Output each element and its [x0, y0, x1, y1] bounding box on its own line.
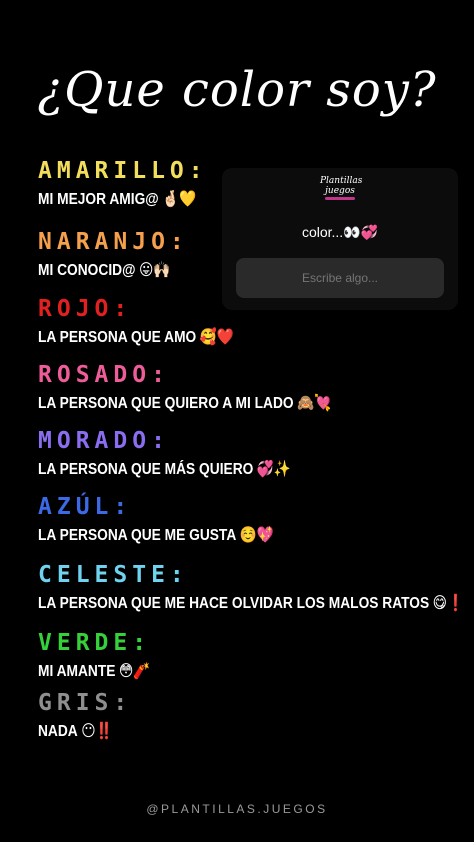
- emoji-icon: 🥰❤️: [199, 327, 234, 346]
- color-category-label: NARANJO:: [38, 229, 189, 255]
- sticker-prompt: color...👀💞: [301, 224, 379, 240]
- color-entry: VERDE: MI AMANTE 😳🧨: [38, 630, 169, 682]
- description-text: LA PERSONA QUE QUIERO A MI LADO: [38, 395, 294, 412]
- description-text: MI AMANTE: [38, 663, 116, 680]
- question-sticker[interactable]: Plantillas juegos color...👀💞: [222, 168, 458, 310]
- color-category-label: AMARILLO:: [38, 158, 208, 184]
- description-text: NADA: [38, 723, 78, 740]
- color-entry: AZÚL: LA PERSONA QUE ME GUSTA ☺️💖: [38, 494, 312, 546]
- emoji-icon: 💞✨: [256, 459, 292, 478]
- sticker-answer-input[interactable]: [236, 258, 444, 298]
- color-entry: ROSADO: LA PERSONA QUE QUIERO A MI LADO 🙈💘: [38, 362, 379, 414]
- description-text: MI MEJOR AMIG@: [38, 191, 159, 208]
- color-description: LA PERSONA QUE QUIERO A MI LADO 🙈💘: [38, 393, 331, 414]
- description-text: LA PERSONA QUE AMO: [38, 329, 197, 346]
- logo-underline: [325, 197, 355, 200]
- description-text: MI CONOCID@: [38, 262, 136, 279]
- description-text: LA PERSONA QUE MÁS QUIERO: [38, 461, 254, 478]
- emoji-icon: 😋❗: [432, 593, 465, 612]
- color-entry: CELESTE: LA PERSONA QUE ME HACE OLVIDAR L…: [38, 562, 474, 614]
- emoji-icon: 😛🙌🏻: [138, 260, 171, 279]
- color-category-label: GRIS:: [38, 690, 133, 716]
- color-entry: AMARILLO: MI MEJOR AMIG@ 🤞🏻💛: [38, 158, 222, 210]
- color-description: MI CONOCID@ 😛🙌🏻: [38, 260, 170, 281]
- emoji-icon: 🤞🏻💛: [162, 189, 197, 208]
- color-category-label: CELESTE:: [38, 562, 189, 588]
- color-description: NADA 😶‼️: [38, 721, 119, 742]
- color-description: LA PERSONA QUE ME GUSTA ☺️💖: [38, 525, 274, 546]
- emoji-icon: 🙈💘: [297, 393, 332, 412]
- color-category-label: AZÚL:: [38, 494, 133, 520]
- color-category-label: ROSADO:: [38, 362, 170, 388]
- color-entry: GRIS: NADA 😶‼️: [38, 690, 132, 742]
- color-category-label: MORADO:: [38, 428, 170, 454]
- page-title: ¿Que color soy?: [37, 62, 437, 118]
- emoji-icon: 😳🧨: [118, 661, 151, 680]
- color-description: MI AMANTE 😳🧨: [38, 661, 150, 682]
- description-text: LA PERSONA QUE ME HACE OLVIDAR LOS MALOS…: [38, 595, 430, 612]
- color-description: MI MEJOR AMIG@ 🤞🏻💛: [38, 189, 196, 210]
- emoji-icon: ☺️💖: [239, 525, 274, 544]
- logo-text-line1: Plantillas: [320, 176, 363, 186]
- color-category-label: VERDE:: [38, 630, 152, 656]
- logo-text-line2: juegos: [325, 186, 355, 196]
- description-text: LA PERSONA QUE ME GUSTA: [38, 527, 237, 544]
- emoji-icon: 😶‼️: [81, 721, 113, 740]
- color-description: LA PERSONA QUE AMO 🥰❤️: [38, 327, 234, 348]
- color-entry: MORADO: LA PERSONA QUE MÁS QUIERO 💞✨: [38, 428, 332, 480]
- color-entry: NARANJO: MI CONOCID@ 😛🙌🏻: [38, 229, 192, 281]
- plantillas-juegos-logo: Plantillas juegos: [320, 176, 363, 204]
- color-description: LA PERSONA QUE ME HACE OLVIDAR LOS MALOS…: [38, 593, 464, 614]
- footer-handle: @PLANTILLAS.JUEGOS: [146, 802, 328, 816]
- color-description: LA PERSONA QUE MÁS QUIERO 💞✨: [38, 459, 291, 480]
